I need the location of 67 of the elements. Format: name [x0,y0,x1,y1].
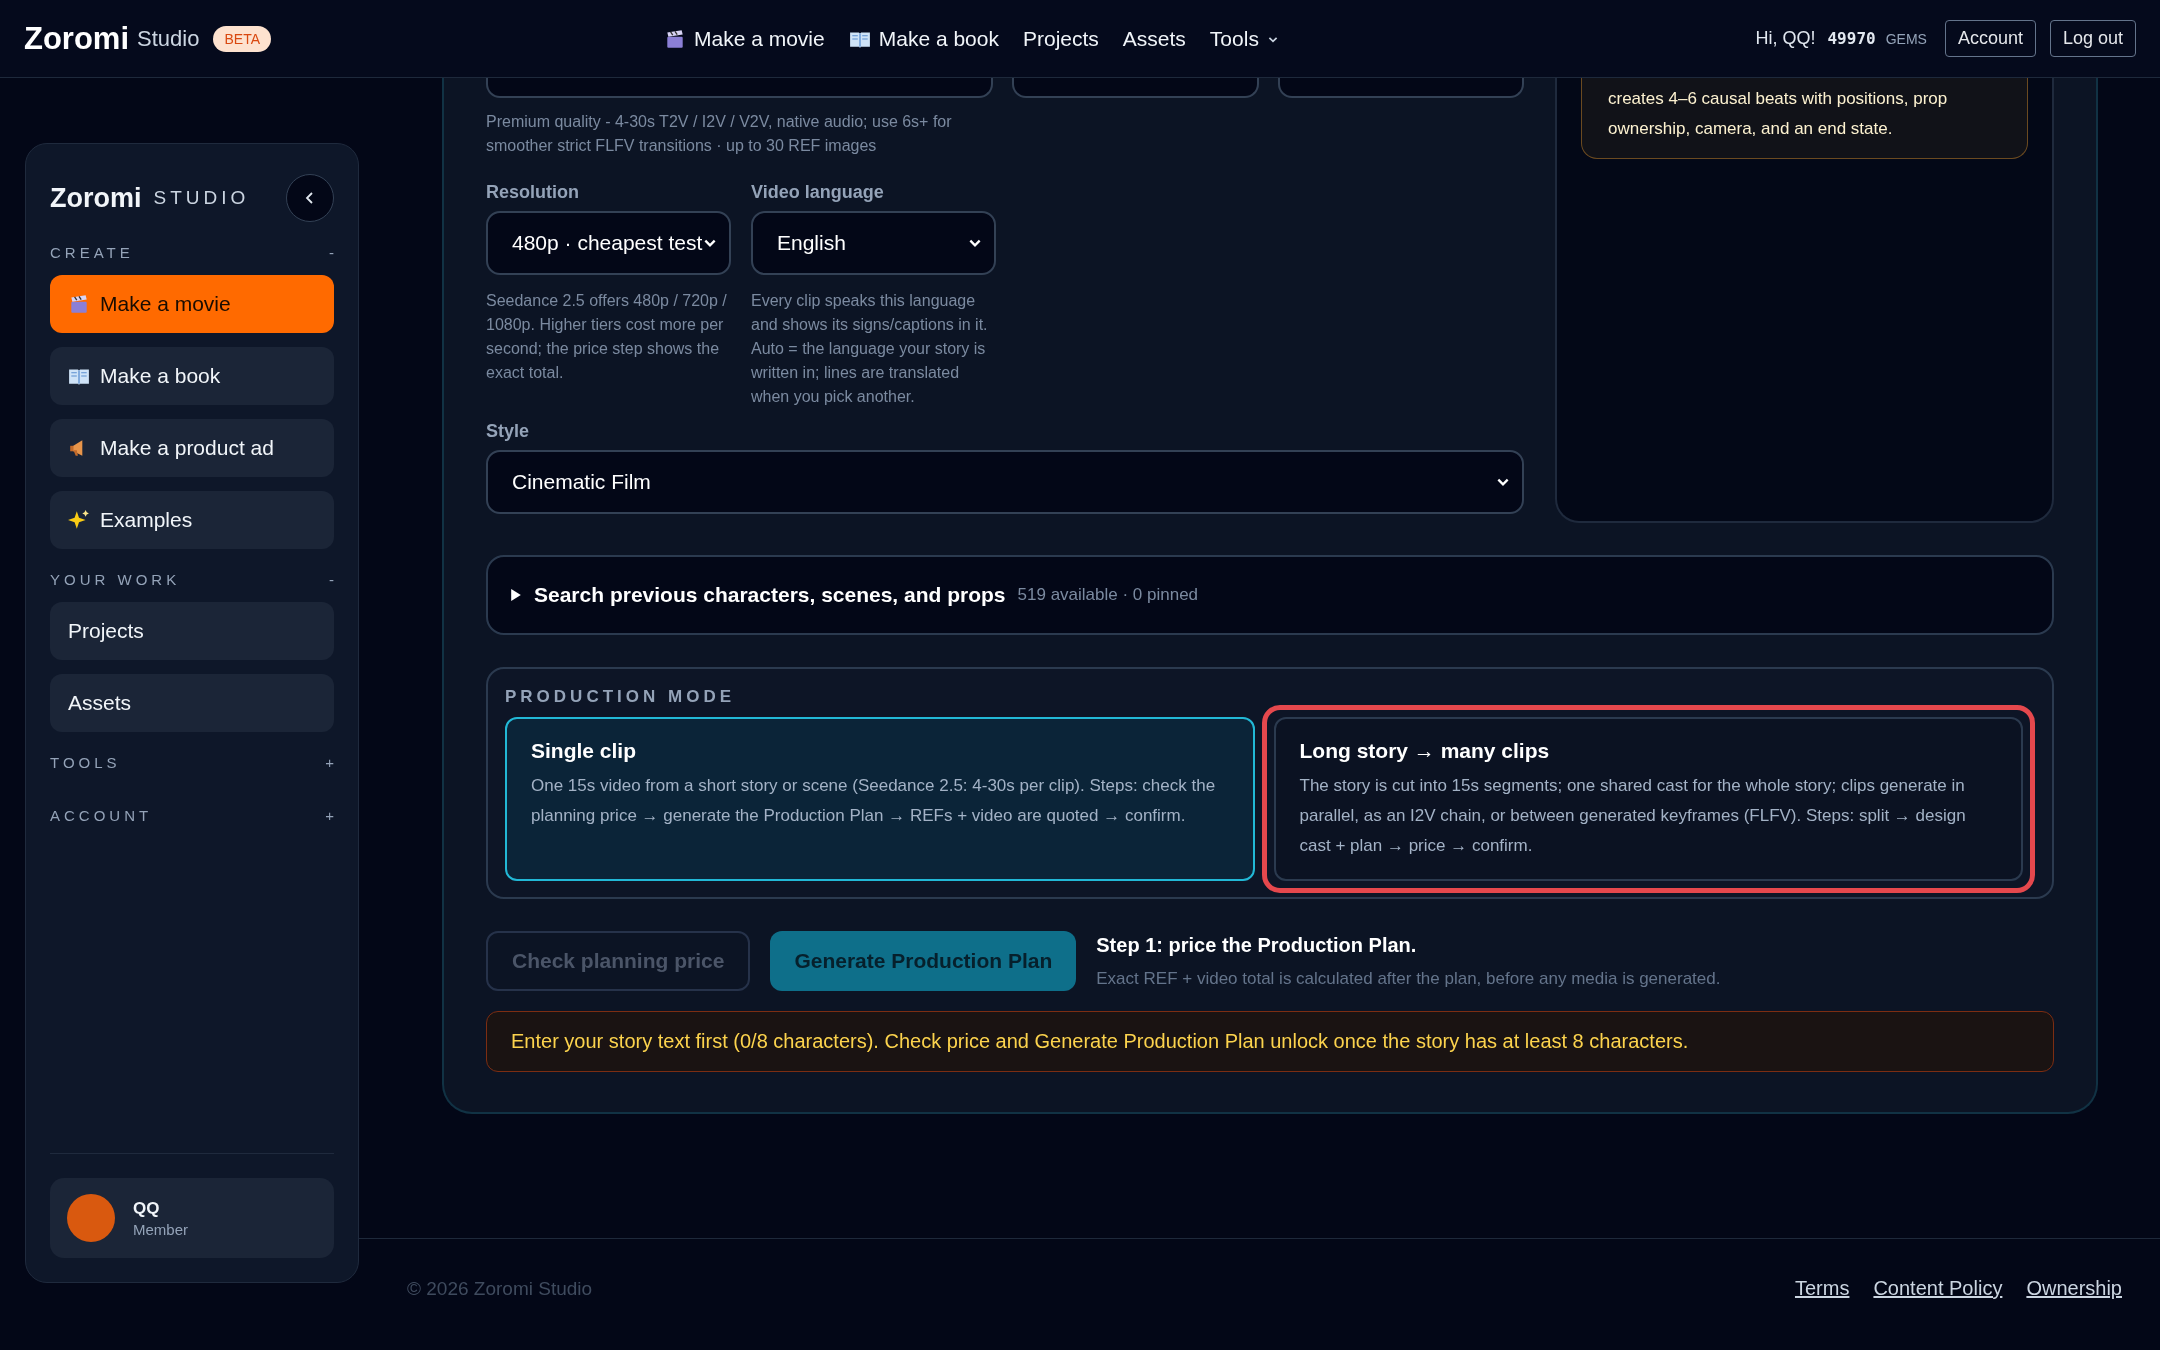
nav-link[interactable]: Assets [1122,26,1186,51]
resolution-dropdown[interactable]: 480p · cheapest test [486,211,731,275]
greeting-text: Hi, QQ! [1755,28,1816,49]
sparkles-icon [68,509,90,531]
input-field[interactable] [1277,78,1524,98]
sidebar-item[interactable]: Make a movie [50,275,334,333]
section-heading: CREATE [50,244,134,261]
option-description: One 15s video from a short story or scene (Seedance 2.5: 4-30s per clip). Steps: check the planning price → generate the Production Plan → REFs + video are quoted → confirm. [531,775,1217,827]
warning-banner: Enter your story text first (0/8 characters). Check price and Generate Production Plan unlock once the story has at least 8 characters. [486,1011,2054,1072]
section-toggle[interactable]: - [329,244,334,261]
option-title: Long story → many clips [1299,739,1551,763]
sidebar-item[interactable]: Examples [50,491,334,549]
option-title: Single clip [531,739,638,763]
clapperboard-icon [664,27,686,50]
input-field[interactable] [486,78,994,98]
section-heading: ACCOUNT [50,807,153,824]
field-label: Resolution [486,182,580,203]
header-button[interactable]: Account [1944,20,2036,57]
copyright-text: © 2026 Zoromi Studio [407,1277,593,1300]
nav-link[interactable]: Tools [1209,26,1279,51]
sidebar-item[interactable]: Projects [50,602,334,660]
step-title: Step 1: price the Production Plan. [1096,933,1418,957]
field-label: Video language [751,182,885,203]
beta-badge: BETA [213,25,271,52]
nav-link[interactable]: Make a movie [664,26,825,51]
profile-card[interactable]: QQ Member [50,1178,334,1258]
sidebar-subtitle: STUDIO [153,187,251,209]
sidebar-item[interactable]: Make a product ad [50,419,334,477]
input-field[interactable] [1012,78,1259,98]
note-box: creates 4–6 causal beats with positions, prop ownership, camera, and an end state. [1581,78,2028,159]
language-dropdown[interactable]: English [751,211,996,275]
section-toggle[interactable]: + [325,807,334,824]
mode-option-card[interactable]: Single clip One 15s video from a short story or scene (Seedance 2.5: 4-30s per clip). Steps: check the planning price → generate the Production Plan → REFs + video are quoted → confirm. [505,717,1255,881]
field-hint: Every clip speaks this language and shows its signs/captions in it. Auto = the language your story is written in; lines are translated when you pick another. [751,291,989,407]
sidebar-logo: Zoromi [50,182,142,214]
header-button[interactable]: Log out [2049,20,2136,57]
user-name: QQ [133,1198,161,1219]
library-count: 519 available · 0 pinned [1017,585,1199,605]
library-disclosure[interactable]: Search previous characters, scenes, and props 519 available · 0 pinned [486,555,2054,635]
footer-link[interactable]: Content Policy [1873,1277,2003,1300]
option-description: The story is cut into 15s segments; one shared cast for the whole story; clips generate in parallel, as an I2V chain, or between generated keyframes (FLFV). Steps: split → design cast + plan → price → confirm. [1299,775,1967,857]
footer-link[interactable]: Terms [1794,1277,1850,1300]
avatar [67,1194,115,1242]
section-toggle[interactable]: + [325,754,334,771]
style-dropdown[interactable]: Cinematic Film [486,450,1524,514]
sidebar-item[interactable]: Assets [50,674,334,732]
step-note: Exact REF + video total is calculated after the plan, before any media is generated. [1096,968,1721,989]
nav-link[interactable]: Make a book [848,26,999,51]
sidebar-item[interactable]: Make a book [50,347,334,405]
mode-option-card[interactable] [1273,717,2023,881]
logo-subtitle: Studio [137,25,200,52]
clapperboard-icon [68,293,90,315]
section-heading: YOUR WORK [50,571,181,588]
user-role: Member [133,1220,188,1238]
gems-count: 49970 [1827,29,1876,48]
gems-label: GEMS [1885,30,1927,47]
field-hint: Seedance 2.5 offers 480p / 720p / 1080p. Higher tiers cost more per second; the price step shows the exact total. [486,291,728,383]
footer-link[interactable]: Ownership [2026,1277,2122,1300]
model-hint: Premium quality - 4-30s T2V / I2V / V2V, native audio; use 6s+ for smoother strict FLFV transitions · up to 30 REF images [486,112,953,156]
section-heading: PRODUCTION MODE [505,687,736,707]
section-toggle[interactable]: - [329,571,334,588]
logo-text[interactable]: Zoromi [24,20,130,57]
section-heading: TOOLS [50,754,121,771]
nav-link[interactable]: Projects [1022,26,1099,51]
field-label: Style [486,421,531,442]
collapse-button[interactable] [286,174,334,222]
library-title: Search previous characters, scenes, and props [534,583,1006,607]
